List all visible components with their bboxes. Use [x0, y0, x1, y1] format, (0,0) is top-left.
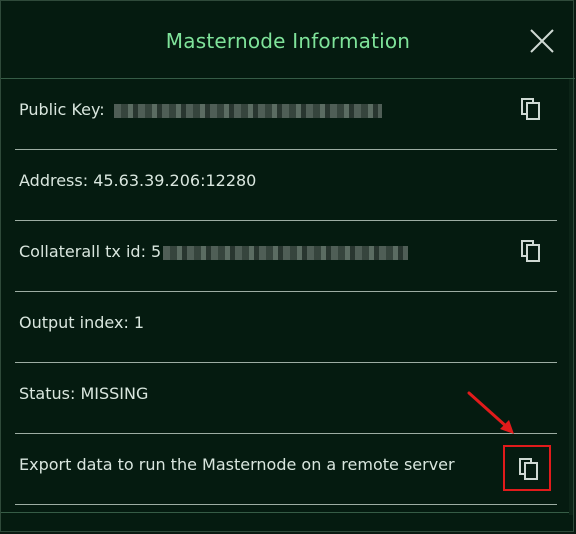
public-key-text: Public Key:: [19, 100, 105, 119]
redacted-collateral-tx: [163, 245, 409, 260]
output-index-label: Output index: 1: [19, 313, 145, 332]
row-public-key: Public Key:: [5, 79, 557, 150]
scrollbar[interactable]: [569, 79, 573, 515]
copy-icon: [519, 458, 538, 480]
row-output-index: Output index: 1: [5, 292, 557, 363]
collateral-tx-text: Collaterall tx id: 5: [19, 242, 162, 261]
copy-collateral-tx-button[interactable]: [519, 239, 543, 263]
dialog-title: Masternode Information: [165, 29, 411, 53]
row-export: Export data to run the Masternode on a r…: [5, 434, 557, 505]
copy-icon: [521, 98, 540, 120]
row-address: Address: 45.63.39.206:12280: [5, 150, 557, 221]
export-label: Export data to run the Masternode on a r…: [19, 455, 455, 474]
dialog-header: Masternode Information: [1, 1, 575, 79]
status-label: Status: MISSING: [19, 384, 149, 403]
divider: [15, 504, 557, 505]
row-status: Status: MISSING: [5, 363, 557, 434]
copy-icon: [521, 240, 540, 262]
collateral-tx-label: Collaterall tx id: 5: [19, 242, 409, 261]
copy-public-key-button[interactable]: [519, 97, 543, 121]
row-collateral-tx: Collaterall tx id: 5: [5, 221, 557, 292]
copy-export-data-button[interactable]: [503, 445, 551, 491]
dialog-footer-divider: [1, 512, 573, 513]
close-icon: [530, 29, 554, 53]
public-key-label: Public Key:: [19, 100, 382, 119]
info-list: Public Key: Address: 45.63.39.206:12280 …: [1, 79, 575, 505]
redacted-public-key: [113, 103, 382, 118]
close-button[interactable]: [529, 28, 555, 54]
masternode-info-dialog: Masternode Information Public Key: Addre…: [0, 0, 575, 532]
address-label: Address: 45.63.39.206:12280: [19, 171, 257, 190]
